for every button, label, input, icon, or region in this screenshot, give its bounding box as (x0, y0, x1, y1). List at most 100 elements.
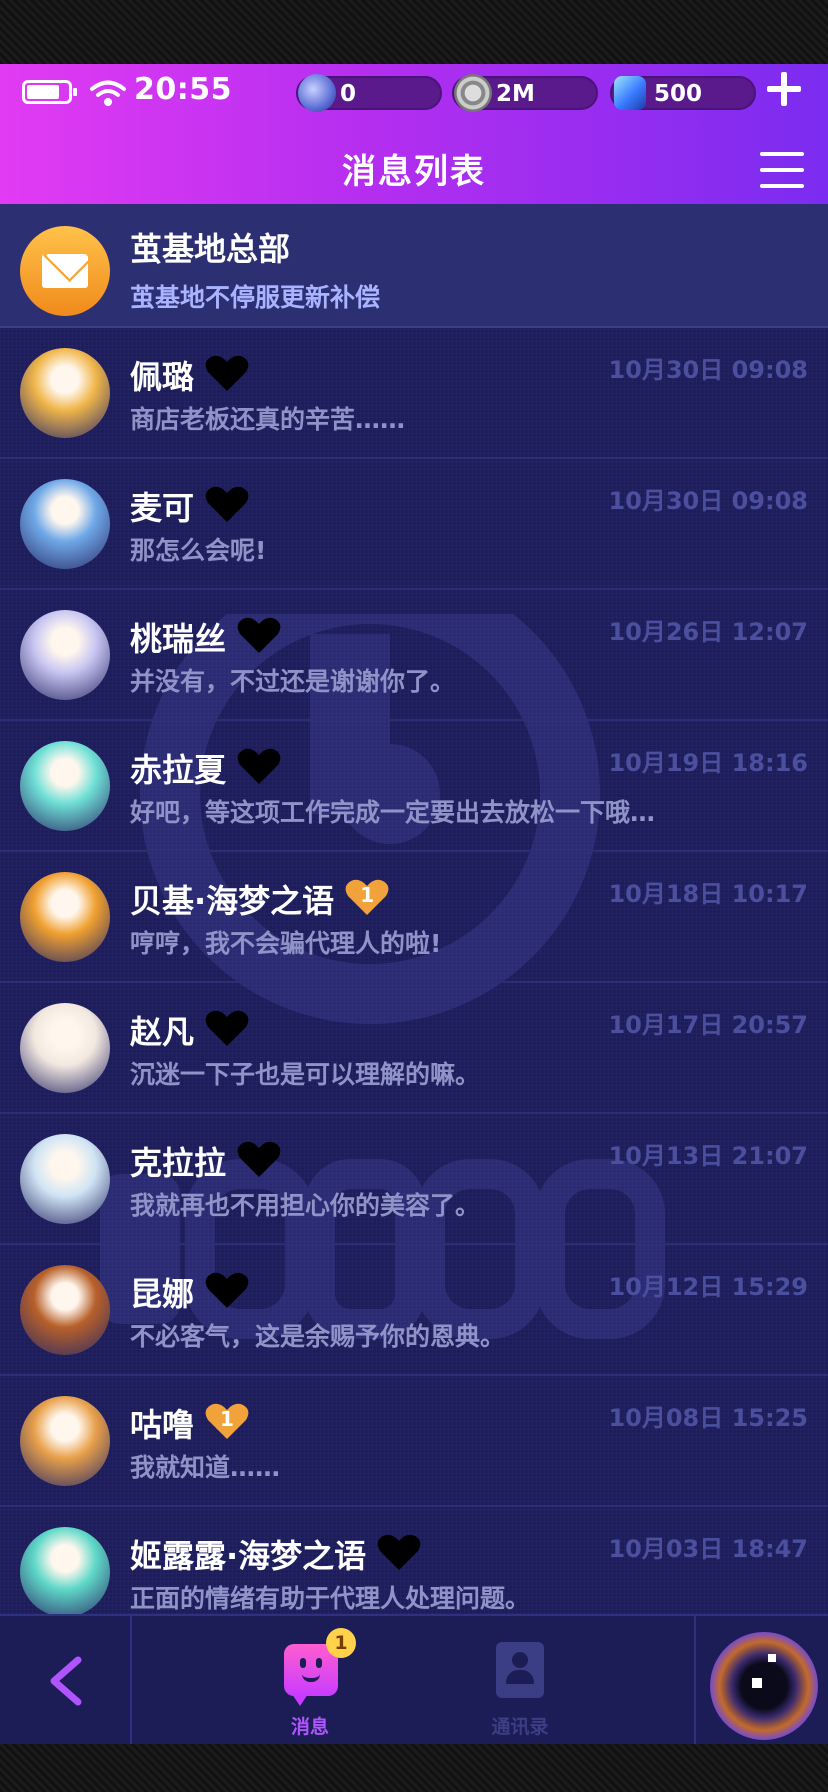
message-item[interactable]: 佩璐 10月30日 09:08 商店老板还真的辛苦…… (0, 328, 828, 459)
battery-icon (22, 80, 77, 104)
contact-name-text: 昆娜 (130, 1275, 195, 1313)
affinity-level: 1 (360, 883, 375, 907)
coin-icon (454, 74, 492, 112)
message-item[interactable]: 昆娜 10月12日 15:29 不必客气，这是余赐予你的恩典。 (0, 1245, 828, 1376)
heart-icon (236, 1139, 282, 1179)
message-time: 10月30日 09:08 (608, 356, 808, 384)
page-title: 消息列表 (342, 152, 486, 192)
menu-line-icon (760, 152, 804, 156)
contact-name-text: 克拉拉 (130, 1144, 227, 1182)
message-preview: 不必客气，这是余赐予你的恩典。 (130, 1322, 506, 1351)
message-time: 10月18日 10:17 (608, 880, 808, 908)
wifi-icon (90, 80, 126, 106)
message-item[interactable]: 姬露露·海梦之语 10月03日 18:47 正面的情绪有助于代理人处理问题。 (0, 1507, 828, 1614)
contact-name: 贝基·海梦之语 1 (130, 876, 390, 923)
energy-icon (298, 74, 336, 112)
mail-avatar (20, 226, 110, 316)
message-item[interactable]: 赵凡 10月17日 20:57 沉迷一下子也是可以理解的嘛。 (0, 983, 828, 1114)
message-preview: 我就知道…… (130, 1453, 281, 1482)
contact-avatar (20, 741, 110, 831)
contact-avatar (20, 1527, 110, 1614)
contact-avatar (20, 1003, 110, 1093)
message-item[interactable]: 桃瑞丝 10月26日 12:07 并没有，不过还是谢谢你了。 (0, 590, 828, 721)
heart-icon (376, 1532, 422, 1572)
heart-icon (204, 1008, 250, 1048)
clock: 20:55 (134, 72, 232, 107)
menu-line-icon (760, 184, 804, 188)
contact-avatar (20, 872, 110, 962)
message-item[interactable]: 麦可 10月30日 09:08 那怎么会呢! (0, 459, 828, 590)
nav-divider (694, 1616, 696, 1746)
message-preview: 我就再也不用担心你的美容了。 (130, 1191, 481, 1220)
message-item[interactable]: 克拉拉 10月13日 21:07 我就再也不用担心你的美容了。 (0, 1114, 828, 1245)
message-item[interactable]: 咕噜 1 10月08日 15:25 我就知道…… (0, 1376, 828, 1507)
system-sender-name: 茧基地总部 (130, 230, 291, 268)
heart-icon (204, 484, 250, 524)
contact-name-text: 赤拉夏 (130, 751, 227, 789)
contact-name-text: 咕噜 (130, 1406, 195, 1444)
gem-value: 500 (654, 81, 703, 107)
assistant-orb-button[interactable] (710, 1632, 818, 1740)
message-preview: 哼哼，我不会骗代理人的啦! (130, 929, 442, 958)
gold-heart-icon: 1 (204, 1401, 250, 1441)
energy-counter[interactable]: 0 (296, 74, 442, 112)
contact-avatar (20, 1265, 110, 1355)
back-button[interactable] (0, 1616, 132, 1746)
system-message-preview: 茧基地不停服更新补偿 (130, 283, 381, 312)
bottom-letterbox (0, 1744, 828, 1792)
heart-icon (236, 615, 282, 655)
contact-avatar (20, 479, 110, 569)
tab-messages[interactable]: 1 消息 (262, 1616, 358, 1746)
energy-value: 0 (340, 81, 357, 107)
tab-messages-label: 消息 (290, 1716, 329, 1738)
message-preview: 好吧，等这项工作完成一定要出去放松一下哦… (130, 798, 656, 827)
contacts-icon (496, 1642, 544, 1698)
message-time: 10月19日 18:16 (608, 749, 808, 777)
contact-name-text: 麦可 (130, 489, 195, 527)
contact-name: 桃瑞丝 (130, 614, 282, 661)
heart-icon (204, 1270, 250, 1310)
message-preview: 商店老板还真的辛苦…… (130, 405, 406, 434)
contact-name: 姬露露·海梦之语 (130, 1531, 422, 1578)
contact-name-text: 桃瑞丝 (130, 620, 227, 658)
contact-name: 麦可 (130, 483, 250, 530)
bottom-nav: 1 消息 通讯录 (0, 1614, 828, 1746)
contact-avatar (20, 1134, 110, 1224)
unread-badge: 1 (326, 1628, 356, 1658)
menu-line-icon (760, 168, 804, 172)
coin-counter[interactable]: 2M (452, 74, 598, 112)
heart-icon (204, 353, 250, 393)
gold-heart-icon: 1 (344, 877, 390, 917)
message-list[interactable]: 茧基地总部 茧基地不停服更新补偿 佩璐 10月30日 09:08 商店老板还真的辛苦… (0, 204, 828, 1614)
contact-name: 赵凡 (130, 1007, 250, 1054)
add-currency-button[interactable] (764, 70, 804, 110)
contact-name: 克拉拉 (130, 1138, 282, 1185)
contact-avatar (20, 348, 110, 438)
contact-name-text: 赵凡 (130, 1013, 195, 1051)
contact-name: 昆娜 (130, 1269, 250, 1316)
status-bar: 20:55 0 2M 500 (0, 64, 828, 120)
contact-avatar (20, 1396, 110, 1486)
message-item[interactable]: 赤拉夏 10月19日 18:16 好吧，等这项工作完成一定要出去放松一下哦… (0, 721, 828, 852)
tab-contacts-label: 通讯录 (491, 1716, 549, 1738)
contact-avatar (20, 610, 110, 700)
system-message-item[interactable]: 茧基地总部 茧基地不停服更新补偿 (0, 204, 828, 328)
coin-value: 2M (496, 81, 535, 107)
tab-contacts[interactable]: 通讯录 (470, 1616, 570, 1746)
message-preview: 沉迷一下子也是可以理解的嘛。 (130, 1060, 481, 1089)
gem-counter[interactable]: 500 (610, 76, 756, 110)
top-letterbox (0, 0, 828, 64)
menu-button[interactable] (760, 150, 806, 190)
message-preview: 那怎么会呢! (130, 536, 267, 565)
contact-name: 咕噜 1 (130, 1400, 250, 1447)
message-time: 10月30日 09:08 (608, 487, 808, 515)
affinity-level: 1 (220, 1407, 234, 1431)
contact-name: 赤拉夏 (130, 745, 282, 792)
contact-name-text: 姬露露·海梦之语 (130, 1537, 367, 1575)
message-item[interactable]: 贝基·海梦之语 1 10月18日 10:17 哼哼，我不会骗代理人的啦! (0, 852, 828, 983)
message-time: 10月17日 20:57 (608, 1011, 808, 1039)
message-time: 10月13日 21:07 (608, 1142, 808, 1170)
message-preview: 并没有，不过还是谢谢你了。 (130, 667, 456, 696)
message-time: 10月08日 15:25 (608, 1404, 808, 1432)
app-header: 20:55 0 2M 500 消息列表 (0, 64, 828, 204)
